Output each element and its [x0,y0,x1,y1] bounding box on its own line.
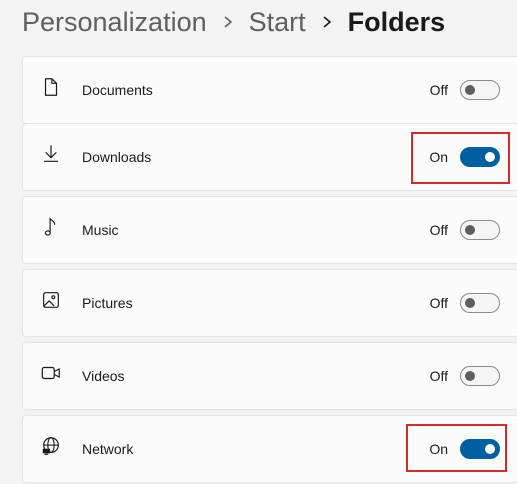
chevron-right-icon [320,4,334,40]
download-icon [39,142,63,166]
music-icon [39,215,63,239]
folder-row-videos: Videos Off [22,342,517,410]
network-icon [39,434,63,458]
toggle-state-label: Off [429,295,448,311]
toggle-knob [465,225,475,235]
pictures-icon [39,288,63,312]
toggle-state-label: Off [429,82,448,98]
toggle-state-label: Off [429,368,448,384]
breadcrumb-start[interactable]: Start [249,4,306,40]
toggle-state-label: Off [429,222,448,238]
music-toggle[interactable] [460,220,500,240]
network-toggle[interactable] [460,439,500,459]
folder-label: Pictures [82,295,133,311]
breadcrumb: Personalization Start Folders [22,4,445,40]
breadcrumb-personalization[interactable]: Personalization [22,4,207,40]
downloads-toggle[interactable] [460,147,500,167]
documents-toggle[interactable] [460,80,500,100]
toggle-state-label: On [429,441,448,457]
folder-row-downloads: Downloads On [22,123,517,191]
toggle-state-label: On [429,149,448,165]
folder-label: Music [82,222,119,238]
toggle-knob [465,371,475,381]
chevron-right-icon [221,4,235,40]
pictures-toggle[interactable] [460,293,500,313]
folder-row-documents: Documents Off [22,56,517,124]
video-icon [39,361,63,385]
document-icon [39,75,63,99]
videos-toggle[interactable] [460,366,500,386]
folder-row-network: Network On [22,415,517,483]
toggle-knob [465,298,475,308]
folder-label: Downloads [82,149,152,165]
toggle-knob [485,152,495,162]
breadcrumb-folders: Folders [347,7,446,37]
folder-row-pictures: Pictures Off [22,269,517,337]
folder-label: Videos [82,368,125,384]
toggle-knob [465,85,475,95]
folder-row-music: Music Off [22,196,517,264]
folder-label: Network [82,441,134,457]
toggle-knob [485,444,495,454]
folder-label: Documents [82,82,153,98]
